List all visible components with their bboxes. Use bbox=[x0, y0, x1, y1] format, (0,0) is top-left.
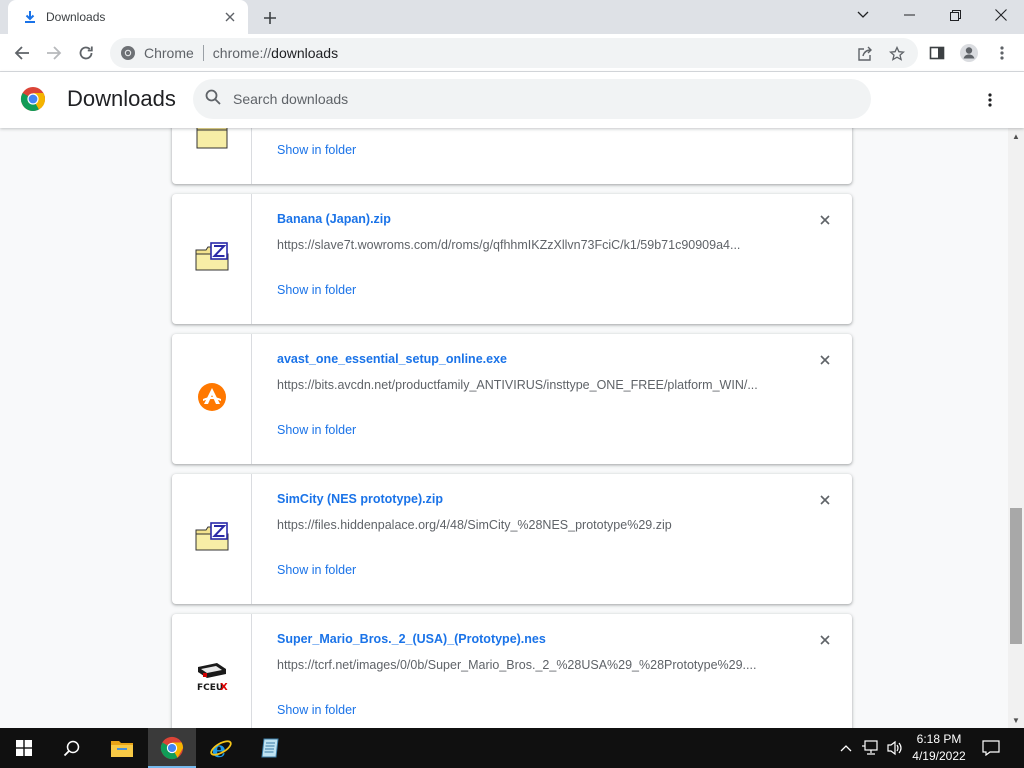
restore-icon[interactable] bbox=[932, 0, 978, 30]
downloads-list[interactable]: Show in folder Banana (Japan).zip https:… bbox=[0, 128, 1008, 728]
search-icon bbox=[205, 89, 221, 110]
zip-folder-icon bbox=[195, 241, 229, 277]
omnibox-separator bbox=[202, 45, 204, 61]
file-icon-column bbox=[172, 474, 252, 604]
show-in-folder-link[interactable]: Show in folder bbox=[277, 563, 356, 577]
share-icon[interactable] bbox=[855, 44, 875, 64]
download-item: SimCity (NES prototype).zip https://file… bbox=[172, 474, 852, 604]
download-url[interactable]: https://files.hiddenpalace.org/4/48/SimC… bbox=[277, 518, 777, 532]
show-in-folder-link[interactable]: Show in folder bbox=[277, 283, 356, 297]
tab-strip: Downloads bbox=[0, 0, 1024, 34]
windows-taskbar: e 6:18 PM 4/19/2022 bbox=[0, 728, 1024, 768]
address-bar[interactable]: Chrome chrome://downloads bbox=[110, 38, 918, 68]
site-label: Chrome bbox=[144, 45, 194, 61]
network-icon[interactable] bbox=[861, 738, 881, 758]
plus-icon[interactable] bbox=[258, 6, 282, 30]
profile-icon[interactable] bbox=[955, 39, 983, 67]
download-url[interactable]: https://tcrf.net/images/0/0b/Super_Mario… bbox=[277, 658, 777, 672]
url-scheme: chrome:// bbox=[212, 45, 272, 61]
remove-download-close-icon[interactable] bbox=[817, 632, 833, 648]
show-in-folder-link[interactable]: Show in folder bbox=[277, 703, 356, 717]
file-explorer-icon[interactable] bbox=[98, 728, 146, 768]
download-item: Banana (Japan).zip https://slave7t.wowro… bbox=[172, 194, 852, 324]
chrome-logo-icon bbox=[20, 86, 46, 112]
download-item: FCEU X Super_Mario_Bros._2_(USA)_(Protot… bbox=[172, 614, 852, 728]
reload-icon[interactable] bbox=[72, 39, 100, 67]
file-icon-column bbox=[172, 334, 252, 464]
download-filename[interactable]: SimCity (NES prototype).zip bbox=[277, 492, 443, 506]
download-url[interactable]: https://bits.avcdn.net/productfamily_ANT… bbox=[277, 378, 777, 392]
show-in-folder-link[interactable]: Show in folder bbox=[277, 423, 356, 437]
clock-date: 4/19/2022 bbox=[912, 749, 966, 763]
remove-download-close-icon[interactable] bbox=[817, 352, 833, 368]
notepad-icon[interactable] bbox=[246, 728, 294, 768]
side-panel-icon[interactable] bbox=[923, 39, 951, 67]
clock-time: 6:18 PM bbox=[916, 732, 962, 746]
volume-icon[interactable] bbox=[885, 738, 905, 758]
browser-toolbar: Chrome chrome://downloads bbox=[0, 34, 1024, 72]
windows-start-icon[interactable] bbox=[0, 728, 48, 768]
downloads-header: Downloads bbox=[0, 72, 1024, 128]
download-filename[interactable]: Banana (Japan).zip bbox=[277, 212, 391, 226]
tab-title: Downloads bbox=[46, 10, 106, 24]
chevron-up-icon[interactable] bbox=[836, 738, 856, 758]
scroll-down-arrow-icon[interactable]: ▼ bbox=[1008, 712, 1024, 728]
internet-explorer-icon[interactable]: e bbox=[197, 728, 245, 768]
notification-icon[interactable] bbox=[981, 738, 1001, 758]
remove-download-close-icon[interactable] bbox=[817, 492, 833, 508]
scroll-up-arrow-icon[interactable]: ▲ bbox=[1008, 128, 1024, 144]
tab-downloads[interactable]: Downloads bbox=[8, 0, 248, 34]
svg-text:X: X bbox=[220, 682, 228, 693]
fceux-icon: FCEU X bbox=[195, 661, 229, 698]
star-icon[interactable] bbox=[887, 44, 907, 64]
back-arrow-icon[interactable] bbox=[8, 39, 36, 67]
kebab-menu-icon[interactable] bbox=[988, 39, 1016, 67]
close-icon[interactable] bbox=[222, 9, 238, 25]
zip-folder-icon bbox=[196, 128, 228, 155]
file-icon-column: FCEU X bbox=[172, 614, 252, 728]
download-url[interactable]: https://slave7t.wowroms.com/d/roms/g/qfh… bbox=[277, 238, 777, 252]
vertical-scrollbar[interactable]: ▲ ▼ bbox=[1008, 128, 1024, 728]
show-in-folder-link[interactable]: Show in folder bbox=[277, 143, 356, 157]
search-input[interactable] bbox=[233, 91, 833, 107]
url-host: downloads bbox=[271, 45, 339, 61]
chrome-icon[interactable] bbox=[148, 728, 196, 768]
download-filename[interactable]: avast_one_essential_setup_online.exe bbox=[277, 352, 507, 366]
chrome-site-icon bbox=[121, 46, 135, 60]
url-text[interactable]: chrome://downloads bbox=[213, 45, 338, 61]
avast-icon bbox=[197, 382, 227, 417]
forward-arrow-icon[interactable] bbox=[40, 39, 68, 67]
minimize-icon[interactable] bbox=[886, 0, 932, 30]
download-filename[interactable]: Super_Mario_Bros._2_(USA)_(Prototype).ne… bbox=[277, 632, 546, 646]
file-icon-column bbox=[172, 194, 252, 324]
download-arrow-icon bbox=[22, 9, 38, 25]
chevron-down-icon[interactable] bbox=[840, 0, 886, 30]
site-info-chip[interactable]: Chrome bbox=[120, 45, 194, 61]
kebab-menu-icon[interactable] bbox=[980, 88, 1000, 112]
search-icon[interactable] bbox=[48, 728, 96, 768]
close-icon[interactable] bbox=[978, 0, 1024, 30]
scrollbar-thumb[interactable] bbox=[1010, 508, 1022, 644]
download-item: Show in folder bbox=[172, 128, 852, 184]
zip-folder-icon bbox=[195, 521, 229, 557]
download-item: avast_one_essential_setup_online.exe htt… bbox=[172, 334, 852, 464]
remove-download-close-icon[interactable] bbox=[817, 212, 833, 228]
search-box[interactable] bbox=[193, 79, 871, 119]
taskbar-clock[interactable]: 6:18 PM 4/19/2022 bbox=[905, 731, 973, 765]
file-icon-column bbox=[172, 128, 252, 184]
page-title: Downloads bbox=[67, 86, 176, 111]
